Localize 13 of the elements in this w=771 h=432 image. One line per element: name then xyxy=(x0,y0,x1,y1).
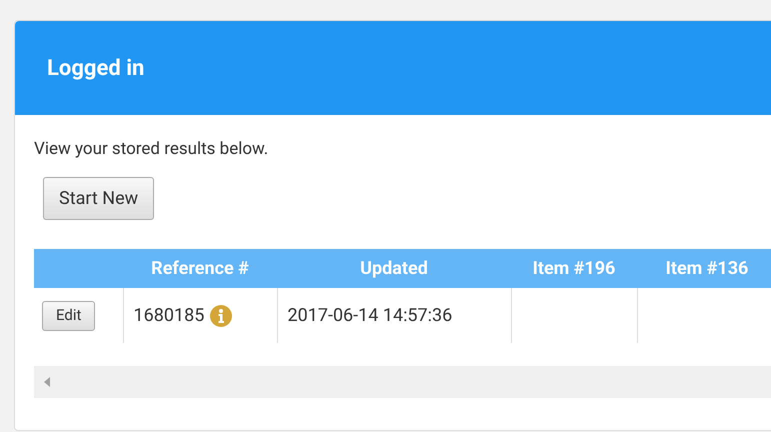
column-header: Reference # xyxy=(151,258,249,279)
intro-text: View your stored results below. xyxy=(34,138,270,161)
start-new-button[interactable]: Start New xyxy=(43,177,154,220)
scroll-left-icon[interactable] xyxy=(44,377,50,387)
updated-date: 2017-06-14 14:57:36 xyxy=(288,304,452,326)
column-header: Item #136 xyxy=(666,258,748,279)
column-header: Updated xyxy=(360,258,428,279)
panel-title: Logged in xyxy=(47,54,144,82)
reference-number: 1680185 xyxy=(134,304,204,328)
info-icon[interactable] xyxy=(210,304,232,326)
edit-button[interactable]: Edit xyxy=(42,300,96,330)
column-header: Item #196 xyxy=(532,258,616,279)
horizontal-scrollbar[interactable] xyxy=(34,366,771,398)
